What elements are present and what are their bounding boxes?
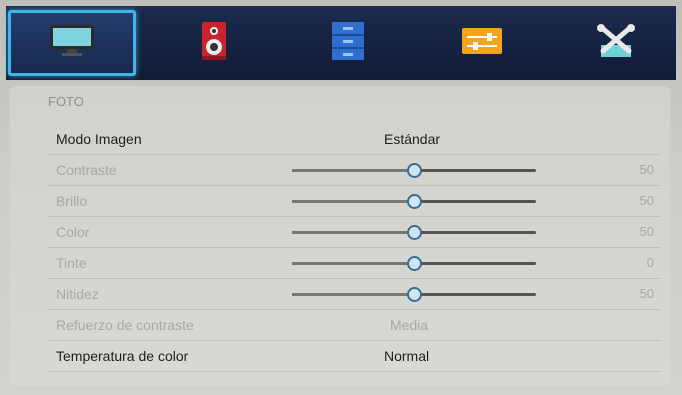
- sharpness-label: Nitidez: [56, 286, 99, 302]
- sharpness-row[interactable]: Nitidez 50: [48, 279, 660, 310]
- color-temperature-row[interactable]: Temperatura de color Normal: [48, 341, 660, 372]
- monitor-icon: [49, 24, 95, 63]
- tab-settings[interactable]: [418, 10, 546, 76]
- picture-mode-row[interactable]: Modo Imagen Estándar: [48, 124, 660, 155]
- contrast-value: 50: [639, 162, 654, 177]
- tint-row[interactable]: Tinte 0: [48, 248, 660, 279]
- brightness-value: 50: [639, 193, 654, 208]
- contrast-boost-value: Media: [390, 317, 429, 333]
- brightness-row[interactable]: Brillo 50: [48, 186, 660, 217]
- contrast-boost-row[interactable]: Refuerzo de contraste Media: [48, 310, 660, 341]
- contrast-boost-label: Refuerzo de contraste: [56, 317, 194, 333]
- picture-mode-label: Modo Imagen: [56, 131, 142, 147]
- picture-mode-value: Estándar: [384, 131, 441, 147]
- picture-settings-panel: FOTO Modo Imagen Estándar Contraste 50 B…: [10, 86, 670, 386]
- tint-slider[interactable]: [292, 256, 536, 271]
- tv-menu-screen: FOTO Modo Imagen Estándar Contraste 50 B…: [0, 0, 682, 395]
- brightness-label: Brillo: [56, 193, 88, 209]
- color-temperature-label: Temperatura de color: [56, 348, 189, 364]
- section-title: FOTO: [48, 94, 84, 109]
- tab-channel[interactable]: [284, 10, 412, 76]
- sliders-icon: [461, 27, 503, 60]
- slider-knob[interactable]: [407, 287, 422, 302]
- tint-value: 0: [646, 255, 654, 270]
- sharpness-slider[interactable]: [292, 287, 536, 302]
- slider-knob[interactable]: [407, 194, 422, 209]
- contrast-row[interactable]: Contraste 50: [48, 155, 660, 186]
- tint-label: Tinte: [56, 255, 87, 271]
- contrast-label: Contraste: [56, 162, 117, 178]
- slider-knob[interactable]: [407, 256, 422, 271]
- color-row[interactable]: Color 50: [48, 217, 660, 248]
- color-temperature-value: Normal: [384, 348, 430, 364]
- color-value: 50: [639, 224, 654, 239]
- tab-tools[interactable]: [552, 10, 680, 76]
- contrast-slider[interactable]: [292, 163, 536, 178]
- tab-picture[interactable]: [8, 10, 136, 76]
- speaker-icon: [201, 21, 227, 66]
- color-label: Color: [56, 224, 90, 240]
- sharpness-value: 50: [639, 286, 654, 301]
- slider-knob[interactable]: [407, 163, 422, 178]
- slider-knob[interactable]: [407, 225, 422, 240]
- brightness-slider[interactable]: [292, 194, 536, 209]
- tools-icon: [595, 23, 637, 64]
- storage-icon: [331, 21, 365, 66]
- tab-sound[interactable]: [150, 10, 278, 76]
- color-slider[interactable]: [292, 225, 536, 240]
- menu-tab-bar: [6, 6, 676, 80]
